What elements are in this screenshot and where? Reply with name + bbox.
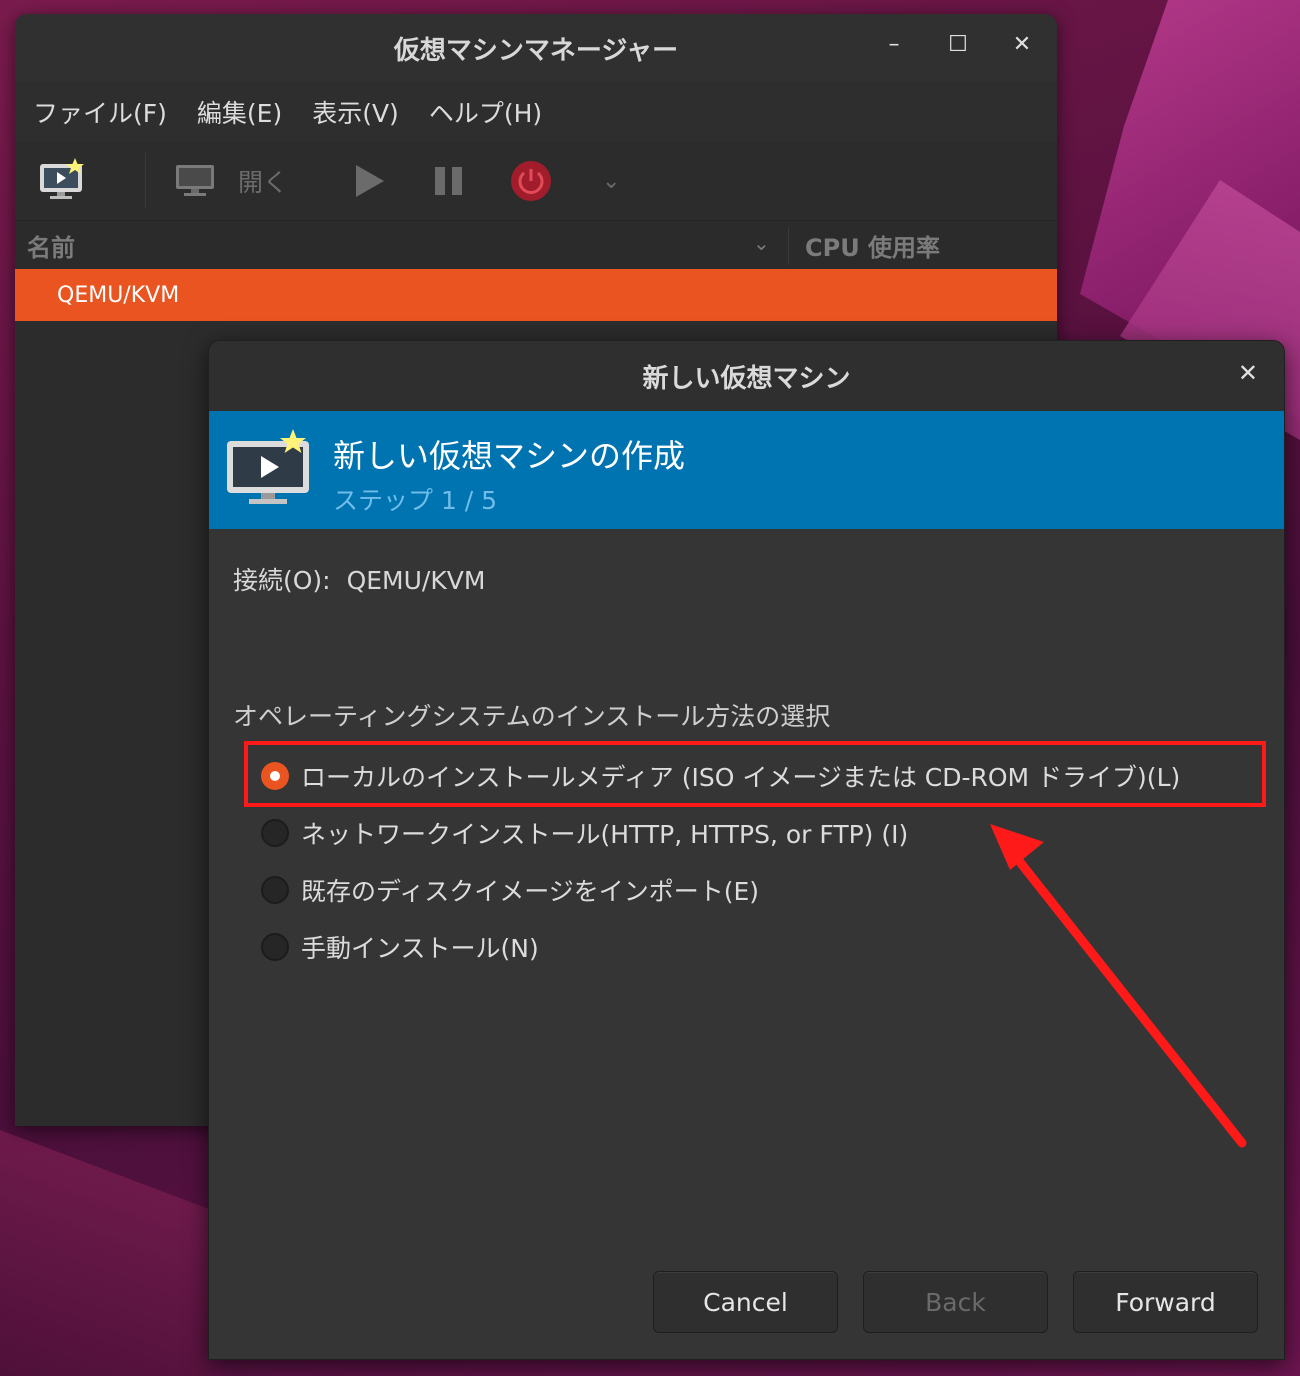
new-vm-icon: [40, 158, 84, 199]
maximize-icon[interactable]: ☐: [941, 32, 975, 57]
window-title: 仮想マシンマネージャー: [393, 35, 679, 66]
column-header: 名前 ⌄ CPU 使用率: [15, 221, 1057, 269]
close-icon[interactable]: ✕: [1238, 359, 1258, 387]
new-vm-button[interactable]: [37, 158, 87, 204]
menu-view[interactable]: 表示(V): [312, 94, 399, 130]
option-label: ネットワークインストール(HTTP, HTTPS, or FTP) (I): [301, 820, 909, 849]
dialog-title-bar[interactable]: 新しい仮想マシン ✕: [209, 341, 1284, 411]
new-vm-dialog: 新しい仮想マシン ✕ 新しい仮想マシンの作成 ステップ 1 / 5 接続(O):…: [208, 340, 1285, 1360]
annotation-highlight-box: [244, 741, 1266, 807]
run-button[interactable]: [348, 161, 388, 201]
cancel-button[interactable]: Cancel: [653, 1271, 838, 1333]
radio-unselected[interactable]: [261, 819, 289, 847]
chevron-down-icon[interactable]: ⌄: [753, 231, 770, 255]
menu-help[interactable]: ヘルプ(H): [429, 94, 542, 130]
menu-file[interactable]: ファイル(F): [33, 94, 167, 130]
option-label: 既存のディスクイメージをインポート(E): [301, 877, 760, 906]
column-name[interactable]: 名前: [27, 228, 75, 263]
connection-name: QEMU/KVM: [57, 282, 180, 308]
power-icon: [511, 161, 552, 201]
monitor-icon: [176, 165, 214, 196]
toolbar: 開く ⌄: [15, 142, 1057, 221]
pause-button[interactable]: [432, 164, 466, 198]
connection-row[interactable]: QEMU/KVM: [15, 269, 1057, 321]
window-controls: – ☐ ✕: [877, 32, 1039, 57]
dialog-title: 新しい仮想マシン: [642, 363, 851, 394]
forward-button[interactable]: Forward: [1073, 1271, 1258, 1333]
play-icon: [356, 165, 385, 197]
menu-edit[interactable]: 編集(E): [197, 94, 282, 130]
pause-icon: [435, 167, 463, 195]
menu-bar: ファイル(F) 編集(E) 表示(V) ヘルプ(H): [15, 82, 1057, 142]
option-manual-install[interactable]: 手動インストール(N): [261, 929, 539, 965]
option-import-disk[interactable]: 既存のディスクイメージをインポート(E): [261, 872, 759, 908]
title-bar[interactable]: 仮想マシンマネージャー – ☐ ✕: [15, 14, 1057, 82]
open-button[interactable]: 開く: [174, 162, 288, 200]
wizard-banner: 新しい仮想マシンの作成 ステップ 1 / 5: [209, 411, 1284, 529]
radio-unselected[interactable]: [261, 933, 289, 961]
close-icon[interactable]: ✕: [1005, 32, 1039, 57]
back-button[interactable]: Back: [863, 1271, 1048, 1333]
connection-label: 接続(O):: [233, 566, 331, 595]
column-cpu[interactable]: CPU 使用率: [805, 228, 940, 263]
option-network-install[interactable]: ネットワークインストール(HTTP, HTTPS, or FTP) (I): [261, 815, 908, 851]
chevron-down-icon: ⌄: [602, 168, 621, 194]
connection-value: QEMU/KVM: [346, 566, 486, 595]
connection-line: 接続(O): QEMU/KVM: [233, 561, 485, 597]
banner-title: 新しい仮想マシンの作成: [333, 437, 686, 475]
shutdown-menu-button[interactable]: ⌄: [602, 169, 620, 194]
banner-step: ステップ 1 / 5: [333, 486, 498, 515]
radio-unselected[interactable]: [261, 876, 289, 904]
shutdown-button[interactable]: [510, 160, 552, 202]
option-label: 手動インストール(N): [301, 934, 539, 963]
new-vm-icon: [227, 429, 309, 504]
minimize-icon[interactable]: –: [877, 32, 911, 57]
open-label: 開く: [238, 168, 289, 197]
install-method-label: オペレーティングシステムのインストール方法の選択: [233, 702, 831, 731]
